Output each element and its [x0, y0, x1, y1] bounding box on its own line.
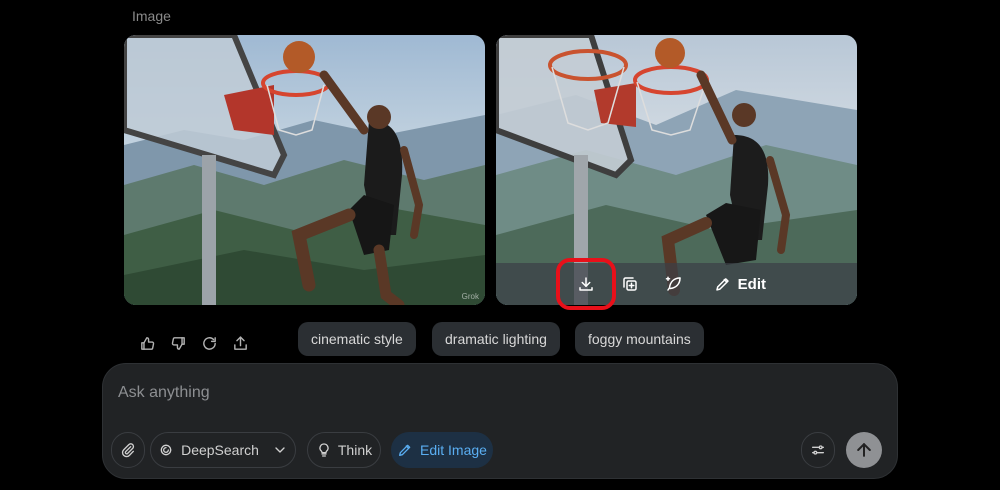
- message-input[interactable]: Ask anything: [118, 384, 210, 402]
- duplicate-button[interactable]: [618, 271, 642, 297]
- share-icon: [234, 336, 247, 350]
- like-button[interactable]: [138, 334, 157, 353]
- send-button[interactable]: [846, 432, 882, 468]
- deepsearch-icon: [160, 444, 172, 456]
- duplicate-icon: [623, 277, 637, 291]
- section-label: Image: [132, 8, 171, 24]
- download-button[interactable]: [572, 271, 600, 297]
- share-button[interactable]: [231, 334, 250, 353]
- generated-image-2[interactable]: Edit: [496, 35, 857, 305]
- deepsearch-label: DeepSearch: [181, 442, 259, 458]
- chat-composer: Ask anything DeepSearch Think Edit Image: [102, 363, 898, 479]
- lightbulb-icon: [319, 443, 329, 457]
- animate-icon: [665, 276, 681, 291]
- basketball-dunk-image: [124, 35, 485, 305]
- attach-button[interactable]: [111, 432, 145, 468]
- animate-button[interactable]: [662, 271, 686, 297]
- regenerate-icon: [203, 337, 216, 350]
- chevron-down-icon: [275, 447, 285, 453]
- image-action-toolbar: Edit: [496, 263, 857, 305]
- edit-image-label: Edit Image: [420, 442, 487, 458]
- sliders-icon: [812, 445, 824, 455]
- think-label: Think: [337, 442, 373, 458]
- download-icon: [579, 277, 593, 291]
- suggestion-chip[interactable]: dramatic lighting: [432, 322, 560, 356]
- model-settings-button[interactable]: [801, 432, 835, 468]
- thumbs-up-icon: [141, 337, 155, 350]
- image-watermark: Grok: [461, 292, 479, 301]
- pencil-icon: [716, 278, 729, 291]
- think-button[interactable]: Think: [307, 432, 381, 468]
- suggestion-chip[interactable]: cinematic style: [298, 322, 416, 356]
- regenerate-button[interactable]: [200, 334, 219, 353]
- deepsearch-button[interactable]: DeepSearch: [150, 432, 296, 468]
- edit-image-button[interactable]: Edit Image: [391, 432, 493, 468]
- suggestion-chip[interactable]: foggy mountains: [575, 322, 704, 356]
- response-actions: [138, 334, 250, 353]
- generated-image-1[interactable]: Grok: [124, 35, 485, 305]
- pencil-icon: [399, 444, 411, 456]
- dislike-button[interactable]: [169, 334, 188, 353]
- arrow-up-icon: [857, 443, 871, 457]
- paperclip-icon: [121, 443, 135, 458]
- edit-label: Edit: [737, 275, 766, 293]
- thumbs-down-icon: [171, 337, 185, 350]
- edit-button[interactable]: Edit: [714, 271, 766, 297]
